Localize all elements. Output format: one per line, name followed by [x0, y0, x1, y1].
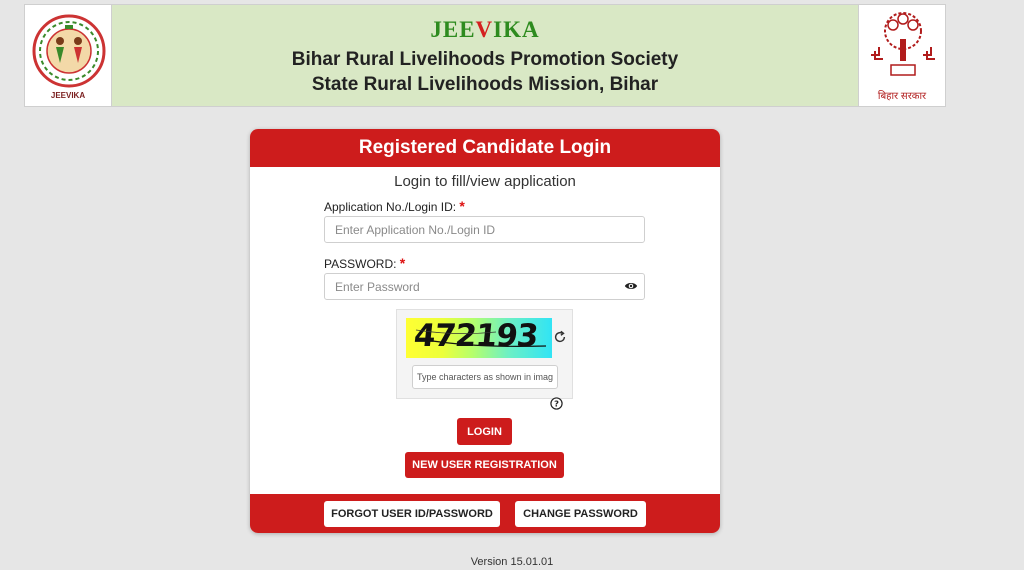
change-password-button[interactable]: CHANGE PASSWORD	[515, 501, 646, 527]
logo-caption: बिहार सरकार	[877, 91, 927, 102]
jeevika-logo: JEEVIKA	[24, 4, 112, 107]
application-id-input[interactable]	[324, 216, 645, 243]
application-id-label: Application No./Login ID: *	[324, 198, 465, 214]
login-card-title: Registered Candidate Login	[250, 129, 720, 167]
org-name-line2: State Rural Livelihoods Mission, Bihar	[311, 74, 659, 95]
login-card: Registered Candidate Login Login to fill…	[250, 129, 720, 533]
captcha-image: 472193	[406, 318, 552, 358]
bodhi-tree-emblem-icon	[871, 12, 935, 76]
application-id-label-text: Application No./Login ID:	[324, 200, 457, 214]
question-circle-icon[interactable]: ?	[550, 397, 563, 410]
password-label: PASSWORD: *	[324, 255, 405, 271]
site-header: JEEVIKA JEEVIKA Bihar Rural Livelihoods …	[24, 4, 946, 107]
captcha-input[interactable]	[412, 365, 558, 389]
bihar-govt-logo: बिहार सरकार	[858, 4, 946, 107]
new-user-registration-button[interactable]: NEW USER REGISTRATION	[405, 452, 564, 478]
password-label-text: PASSWORD:	[324, 257, 397, 271]
password-input[interactable]	[324, 273, 645, 300]
forgot-credentials-button[interactable]: FORGOT USER ID/PASSWORD	[324, 501, 500, 527]
required-asterisk: *	[459, 198, 465, 214]
captcha-container: 472193	[396, 309, 573, 399]
login-button[interactable]: LOGIN	[457, 418, 512, 445]
brand-text-mid: V	[475, 17, 494, 42]
login-card-footer: FORGOT USER ID/PASSWORD CHANGE PASSWORD	[250, 494, 720, 533]
version-text: Version 15.01.01	[470, 556, 554, 568]
logo-caption: JEEVIKA	[50, 91, 86, 100]
brand-text-start: JEE	[430, 17, 476, 42]
required-asterisk: *	[399, 255, 406, 271]
header-banner: JEEVIKA Bihar Rural Livelihoods Promotio…	[112, 4, 858, 107]
svg-text:?: ?	[554, 398, 559, 408]
org-name-line1: Bihar Rural Livelihoods Promotion Societ…	[291, 49, 679, 70]
refresh-icon[interactable]	[553, 330, 567, 344]
brand-text-end: IKA	[493, 17, 540, 42]
captcha-noise-lines	[415, 329, 547, 347]
brand-title: JEEVIKA	[112, 17, 858, 43]
login-subtitle: Login to fill/view application	[394, 173, 576, 190]
eye-icon[interactable]	[624, 279, 638, 293]
